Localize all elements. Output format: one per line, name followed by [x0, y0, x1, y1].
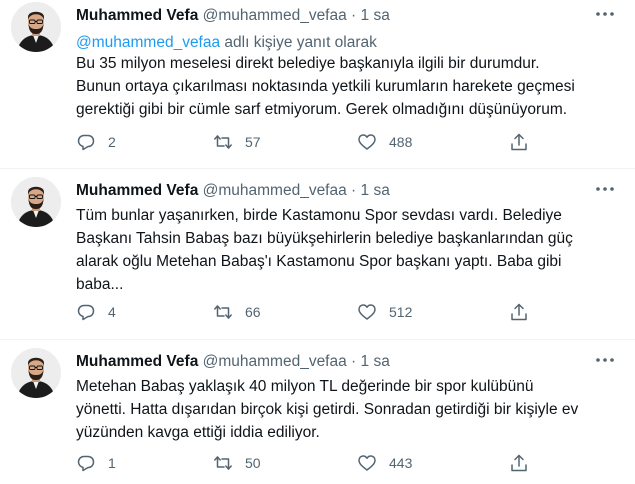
avatar[interactable] — [11, 2, 61, 52]
reply-bubble-icon — [76, 453, 96, 473]
author-handle[interactable]: @muhammed_vefaa — [203, 7, 347, 24]
retweet-count: 50 — [245, 455, 261, 471]
reply-button[interactable]: 4 — [76, 301, 116, 323]
more-horizontal-icon — [596, 358, 614, 362]
share-icon — [509, 302, 529, 322]
like-button[interactable]: 443 — [357, 452, 412, 474]
retweet-icon — [213, 132, 233, 152]
share-button[interactable] — [509, 131, 529, 153]
tweet-header: Muhammed Vefa @muhammed_vefaa · 1 sa — [76, 5, 390, 27]
author-name[interactable]: Muhammed Vefa — [76, 353, 198, 370]
like-count: 488 — [389, 134, 413, 150]
reply-button[interactable]: 1 — [76, 452, 116, 474]
heart-icon — [357, 453, 377, 473]
reply-count: 1 — [108, 455, 116, 471]
separator-dot: · — [351, 7, 357, 24]
avatar-image — [11, 177, 61, 227]
avatar-image — [11, 2, 61, 52]
share-icon — [509, 132, 529, 152]
share-button[interactable] — [509, 452, 529, 474]
reply-context: @muhammed_vefaa adlı kişiye yanıt olarak — [76, 32, 377, 54]
retweet-button[interactable]: 50 — [213, 452, 261, 474]
tweet-divider — [0, 168, 635, 169]
timestamp[interactable]: 1 sa — [361, 7, 390, 24]
separator-dot: · — [351, 353, 357, 370]
retweet-count: 57 — [245, 134, 261, 150]
tweet[interactable]: Muhammed Vefa @muhammed_vefaa · 1 sa Met… — [0, 346, 635, 484]
author-handle[interactable]: @muhammed_vefaa — [203, 182, 347, 199]
tweet[interactable]: Muhammed Vefa @muhammed_vefaa · 1 sa Tüm… — [0, 175, 635, 341]
like-button[interactable]: 488 — [357, 131, 412, 153]
retweet-button[interactable]: 57 — [213, 131, 261, 153]
heart-icon — [357, 132, 377, 152]
separator-dot: · — [351, 182, 357, 199]
retweet-count: 66 — [245, 304, 261, 320]
like-count: 443 — [389, 455, 413, 471]
retweet-icon — [213, 302, 233, 322]
tweet-actions: 1 50 443 — [76, 452, 536, 474]
more-options-button[interactable] — [594, 9, 616, 19]
tweet[interactable]: Muhammed Vefa @muhammed_vefaa · 1 sa @mu… — [0, 0, 635, 168]
timestamp[interactable]: 1 sa — [361, 353, 390, 370]
share-icon — [509, 453, 529, 473]
more-horizontal-icon — [596, 12, 614, 16]
retweet-button[interactable]: 66 — [213, 301, 261, 323]
timestamp[interactable]: 1 sa — [361, 182, 390, 199]
share-button[interactable] — [509, 301, 529, 323]
reply-count: 4 — [108, 304, 116, 320]
tweet-text: Metehan Babaş yaklaşık 40 milyon TL değe… — [76, 378, 579, 441]
heart-icon — [357, 302, 377, 322]
author-handle[interactable]: @muhammed_vefaa — [203, 353, 347, 370]
retweet-icon — [213, 453, 233, 473]
avatar[interactable] — [11, 177, 61, 227]
more-options-button[interactable] — [594, 184, 616, 194]
tweet-thread: Muhammed Vefa @muhammed_vefaa · 1 sa @mu… — [0, 0, 635, 484]
avatar[interactable] — [11, 348, 61, 398]
reply-bubble-icon — [76, 302, 96, 322]
author-name[interactable]: Muhammed Vefa — [76, 7, 198, 24]
reply-bubble-icon — [76, 132, 96, 152]
reply-mention-link[interactable]: @muhammed_vefaa — [76, 34, 220, 51]
tweet-actions: 2 57 488 — [76, 131, 536, 153]
more-options-button[interactable] — [594, 355, 616, 365]
tweet-header: Muhammed Vefa @muhammed_vefaa · 1 sa — [76, 351, 390, 373]
reply-context-label: adlı kişiye yanıt olarak — [220, 34, 377, 51]
tweet-header: Muhammed Vefa @muhammed_vefaa · 1 sa — [76, 180, 390, 202]
tweet-divider — [0, 339, 635, 340]
reply-count: 2 — [108, 134, 116, 150]
like-button[interactable]: 512 — [357, 301, 412, 323]
tweet-text: Tüm bunlar yaşanırken, birde Kastamonu S… — [76, 207, 573, 293]
reply-button[interactable]: 2 — [76, 131, 116, 153]
tweet-text: Bu 35 milyon meselesi direkt belediye ba… — [76, 55, 575, 118]
like-count: 512 — [389, 304, 413, 320]
more-horizontal-icon — [596, 187, 614, 191]
avatar-image — [11, 348, 61, 398]
tweet-actions: 4 66 512 — [76, 301, 536, 323]
author-name[interactable]: Muhammed Vefa — [76, 182, 198, 199]
